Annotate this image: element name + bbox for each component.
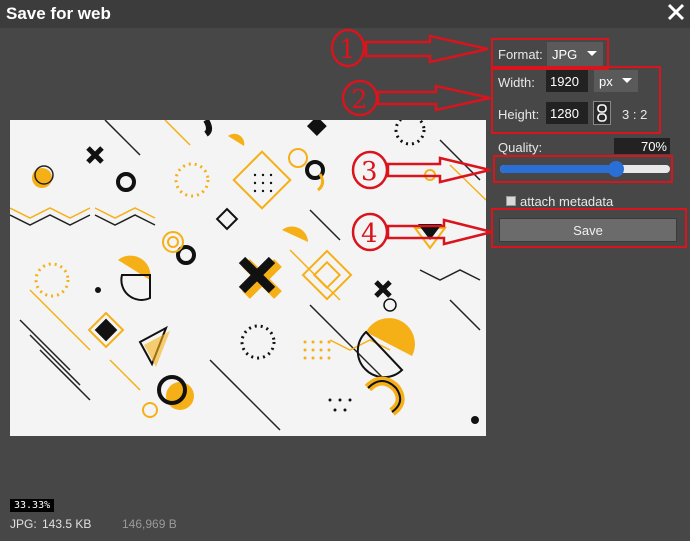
image-preview xyxy=(10,120,486,436)
annotation-1: 1 xyxy=(339,35,356,65)
highlight-dimensions xyxy=(491,66,661,134)
close-icon[interactable] xyxy=(666,2,686,22)
annotation-2: 2 xyxy=(351,85,368,115)
output-format: JPG: xyxy=(10,517,37,531)
highlight-save xyxy=(491,208,687,248)
metadata-checkbox[interactable] xyxy=(506,196,516,206)
preview-artwork xyxy=(10,120,486,436)
highlight-quality xyxy=(493,155,673,183)
zoom-level: 33.33% xyxy=(10,499,55,512)
output-bytes: 146,969 B xyxy=(122,517,177,531)
dialog-title: Save for web xyxy=(6,4,111,23)
quality-value-box: 70% xyxy=(614,138,670,154)
quality-label: Quality: xyxy=(498,140,543,155)
output-size: 143.5 KB xyxy=(42,517,92,531)
quality-value: 70% xyxy=(640,139,667,154)
metadata-label: attach metadata xyxy=(520,194,614,209)
